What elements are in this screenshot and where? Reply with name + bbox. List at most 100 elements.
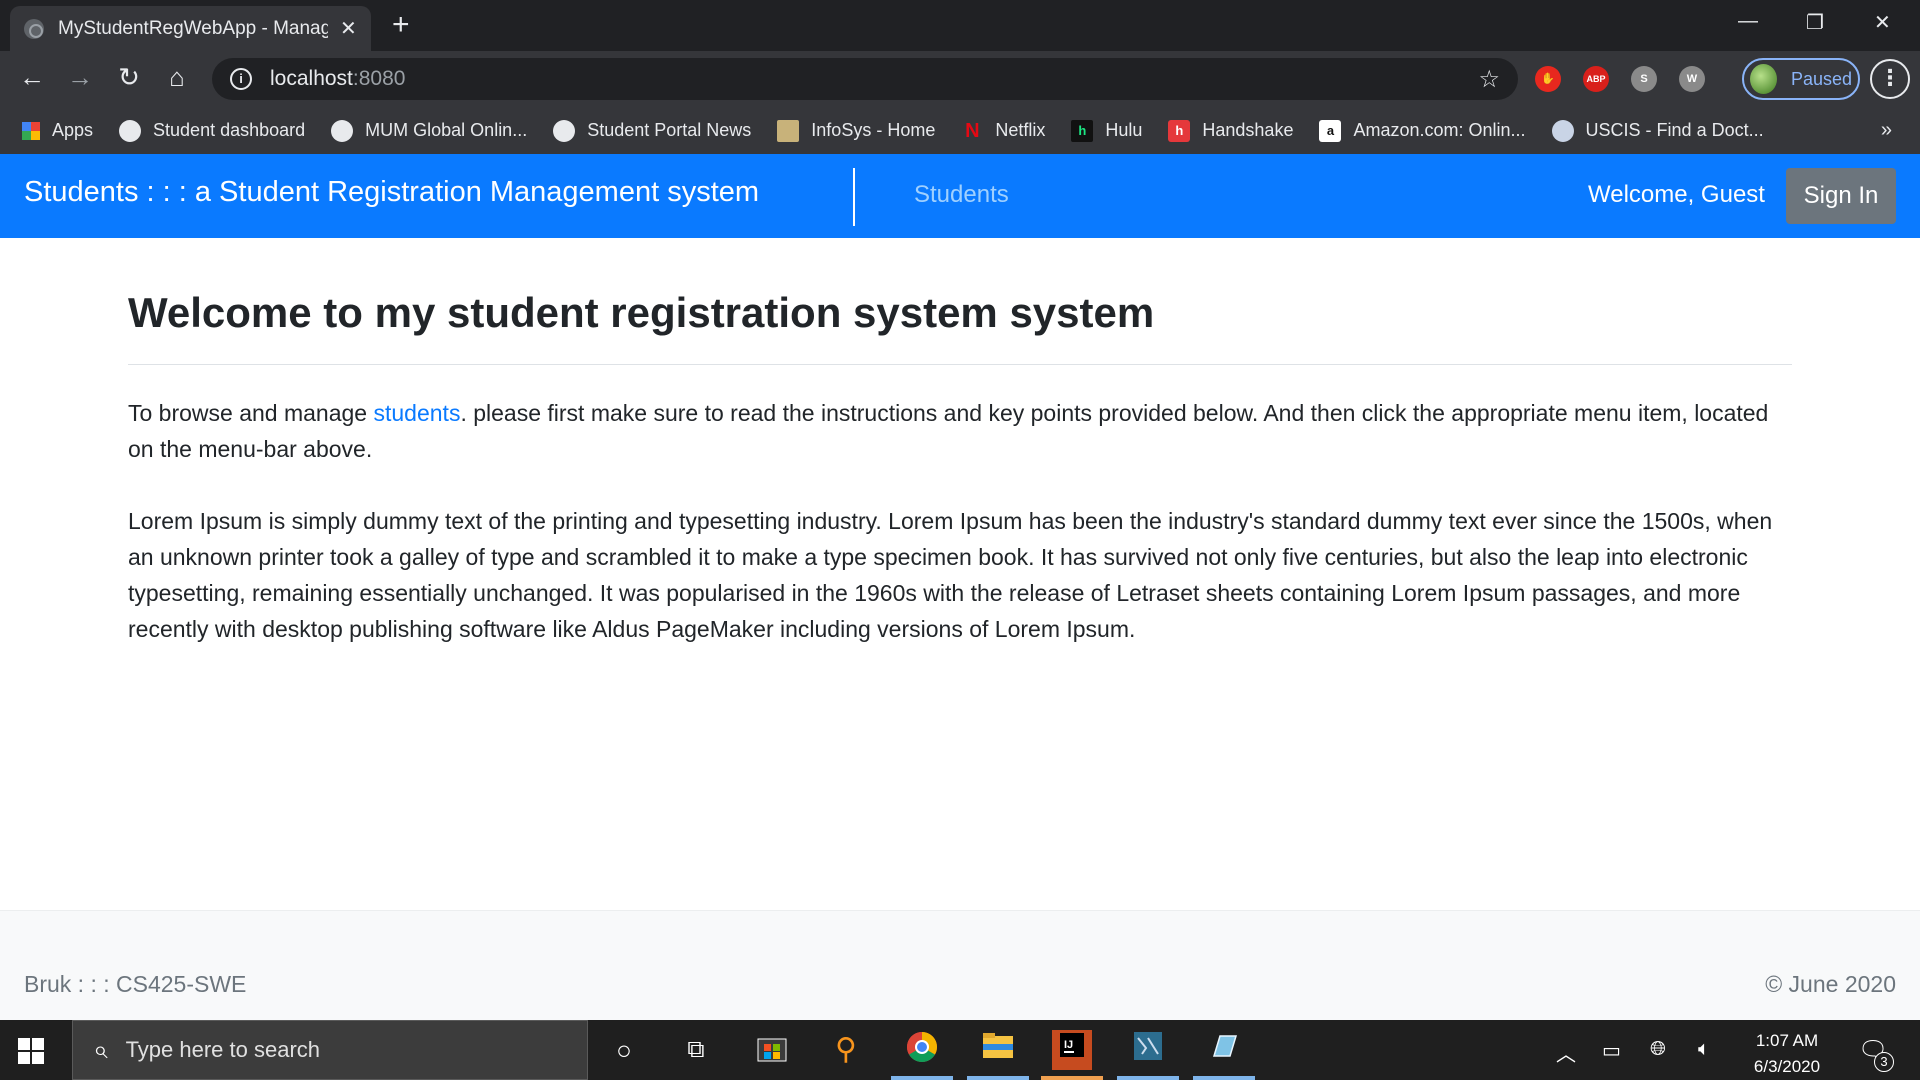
taskbar-clock[interactable]: 1:07 AM 6/3/2020	[1742, 1028, 1832, 1080]
lorem-paragraph: Lorem Ipsum is simply dummy text of the …	[128, 508, 1773, 642]
new-tab-button[interactable]: +	[392, 10, 410, 40]
sign-in-button[interactable]: Sign In	[1786, 168, 1896, 224]
site-footer: Bruk : : : CS425-SWE © June 2020	[0, 910, 1920, 1020]
bookmark-infosys[interactable]: InfoSys - Home	[777, 119, 936, 142]
stop-hand-extension-icon[interactable]: ✋	[1535, 66, 1561, 92]
intellij-active-indicator	[1041, 1076, 1103, 1080]
bookmark-student-dashboard[interactable]: Student dashboard	[119, 119, 306, 142]
show-hidden-icons-button[interactable]: ︿	[1556, 1038, 1576, 1067]
main-content: Welcome to my student registration syste…	[128, 238, 1792, 647]
bookmark-mum-global[interactable]: MUM Global Onlin...	[331, 119, 528, 142]
bookmark-label: InfoSys - Home	[811, 120, 936, 140]
home-button[interactable]: ⌂	[161, 63, 193, 91]
footer-copyright: © June 2020	[1765, 971, 1896, 997]
battery-icon[interactable]: ▭	[1602, 1038, 1621, 1063]
amazon-icon: a	[1319, 119, 1342, 142]
explorer-active-indicator	[967, 1076, 1029, 1080]
site-info-icon[interactable]: i	[230, 68, 252, 90]
intro-paragraph: To browse and manage students. please fi…	[128, 395, 1792, 467]
bookmark-hulu[interactable]: h Hulu	[1071, 119, 1143, 142]
bookmark-star-icon[interactable]: ☆	[1478, 65, 1500, 94]
profile-button[interactable]: Paused	[1742, 58, 1860, 100]
clock-date: 6/3/2020	[1753, 1057, 1821, 1076]
search-icon: ⌕	[93, 1034, 108, 1064]
bookmarks-overflow-button[interactable]: »	[1881, 119, 1892, 142]
reload-button[interactable]: ↻	[113, 63, 145, 91]
apps-grid-icon	[22, 121, 40, 140]
volume-icon[interactable]: 🔈︎	[1698, 1038, 1710, 1061]
w-extension-icon[interactable]: W	[1679, 66, 1705, 92]
close-window-button[interactable]: ✕	[1874, 10, 1891, 35]
browser-tab-active[interactable]: MyStudentRegWebApp - Managi ✕	[10, 6, 371, 51]
taskbar-search[interactable]: ⌕	[72, 1020, 588, 1080]
page-title: Welcome to my student registration syste…	[128, 289, 1155, 336]
welcome-message: Welcome, Guest	[1588, 181, 1765, 208]
minimize-window-button[interactable]: —	[1738, 10, 1758, 33]
windows-start-icon[interactable]	[18, 1038, 44, 1064]
bookmark-label: Hulu	[1105, 120, 1143, 140]
browser-tab-strip: MyStudentRegWebApp - Managi ✕ + — ❐ ✕	[0, 0, 1920, 51]
intro-text-before: To browse and manage	[128, 400, 374, 426]
netflix-icon: N	[965, 119, 980, 142]
navbar-divider	[853, 168, 855, 226]
forward-button[interactable]: →	[64, 63, 96, 91]
bookmark-label: USCIS - Find a Doct...	[1585, 120, 1764, 140]
adblock-plus-extension-icon[interactable]: ABP	[1583, 66, 1609, 92]
bookmark-label: Student dashboard	[153, 120, 306, 140]
browser-menu-icon[interactable]: ⋮	[1870, 59, 1910, 99]
restore-window-button[interactable]: ❐	[1806, 10, 1824, 35]
students-link[interactable]: students	[374, 400, 461, 426]
handshake-icon: h	[1168, 119, 1191, 142]
bookmark-label: Handshake	[1202, 120, 1294, 140]
address-bar[interactable]: i localhost:8080 ☆	[212, 58, 1518, 100]
bookmark-apps[interactable]: Apps	[22, 120, 93, 141]
intellij-icon[interactable]: IJ	[1052, 1030, 1092, 1070]
url-port: :8080	[352, 67, 406, 90]
globe-icon	[331, 119, 354, 142]
bookmark-student-portal-news[interactable]: Student Portal News	[553, 119, 751, 142]
file-explorer-icon[interactable]	[978, 1030, 1018, 1070]
avatar	[1750, 64, 1777, 94]
globe-icon	[553, 119, 576, 142]
nav-link-students[interactable]: Students	[914, 181, 1009, 209]
chrome-icon[interactable]	[902, 1030, 942, 1070]
search-app-icon[interactable]: ⚲	[826, 1030, 866, 1070]
notes-app-icon[interactable]	[1204, 1030, 1244, 1070]
bookmarks-bar: Apps Student dashboard MUM Global Onlin.…	[0, 107, 1920, 154]
url-host: localhost	[270, 67, 353, 90]
profile-status: Paused	[1790, 68, 1852, 89]
bookmark-amazon[interactable]: a Amazon.com: Onlin...	[1319, 119, 1526, 142]
tab-title: MyStudentRegWebApp - Managi	[58, 17, 328, 39]
taskbar-search-input[interactable]	[125, 1037, 526, 1063]
bookmark-handshake[interactable]: h Handshake	[1168, 119, 1294, 142]
globe-icon	[119, 119, 142, 142]
cortana-icon[interactable]: ○	[604, 1030, 644, 1070]
close-tab-icon[interactable]: ✕	[340, 16, 357, 41]
bookmark-uscis[interactable]: USCIS - Find a Doct...	[1551, 119, 1764, 142]
uscis-icon	[1551, 119, 1574, 142]
heading-divider	[128, 364, 1792, 365]
workbench-active-indicator	[1117, 1076, 1179, 1080]
network-globe-icon[interactable]: 🌐︎	[1650, 1038, 1666, 1061]
notification-count-badge: 3	[1874, 1052, 1894, 1072]
task-view-icon[interactable]: ⧉	[676, 1030, 716, 1070]
microsoft-store-icon[interactable]	[752, 1030, 792, 1070]
s-extension-icon[interactable]: S	[1631, 66, 1657, 92]
browser-toolbar: ← → ↻ ⌂ i localhost:8080 ☆ ✋ ABP S W Pau…	[0, 51, 1920, 107]
notes-active-indicator	[1193, 1076, 1255, 1080]
mysql-workbench-icon[interactable]	[1128, 1030, 1168, 1070]
windows-taskbar: ⌕ ○ ⧉ ⚲ IJ ︿ ▭ 🌐︎ 🔈︎ 1:07 AM 6/3/2020 🗨︎…	[0, 1020, 1920, 1080]
svg-text:IJ: IJ	[1064, 1039, 1073, 1051]
bookmark-netflix[interactable]: N Netflix	[961, 120, 1045, 142]
bookmark-label: MUM Global Onlin...	[365, 120, 528, 140]
navbar-brand[interactable]: Students : : : a Student Registration Ma…	[24, 176, 759, 209]
bookmark-label: Apps	[52, 120, 94, 140]
chrome-active-indicator	[891, 1076, 953, 1080]
infosys-icon	[777, 119, 800, 142]
bookmark-label: Amazon.com: Onlin...	[1353, 120, 1526, 140]
bookmark-label: Netflix	[995, 120, 1046, 140]
hulu-icon: h	[1071, 119, 1094, 142]
clock-time: 1:07 AM	[1755, 1031, 1819, 1050]
back-button[interactable]: ←	[16, 63, 48, 91]
site-navbar: Students : : : a Student Registration Ma…	[0, 154, 1920, 238]
